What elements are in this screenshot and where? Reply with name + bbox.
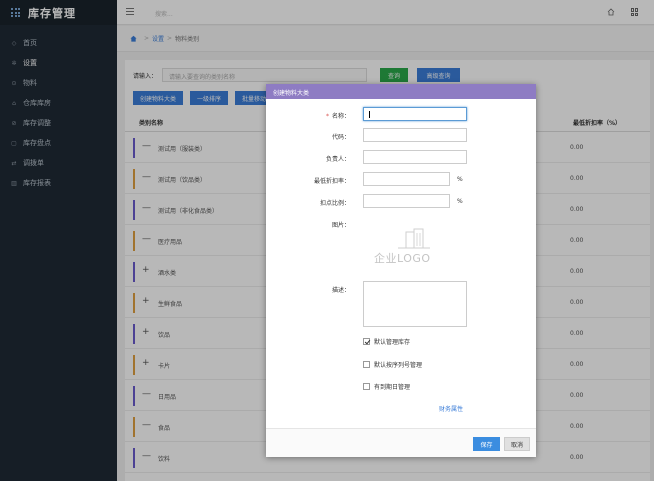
required-mark: *: [325, 113, 329, 120]
create-category-dialog: 创建物料大类 * 名称： 代码： 负责人： 最低折扣率： % 扣点比例： % 图片…: [266, 84, 536, 457]
description-label: 描述：: [331, 287, 350, 294]
checkbox-label: 默认管理库存: [374, 339, 411, 346]
expiry-date-checkbox[interactable]: 有到期日管理: [363, 382, 410, 391]
logo-text: 企业LOGO: [374, 252, 431, 265]
save-button[interactable]: 保存: [473, 437, 500, 451]
logo-placeholder[interactable]: 企业LOGO: [374, 228, 458, 266]
name-label: * 名称：: [266, 111, 350, 120]
finance-properties-link[interactable]: 财务属性: [439, 404, 463, 413]
checkbox-unchecked[interactable]: [363, 383, 370, 390]
min-discount-label: 最低折扣率：: [313, 178, 350, 185]
text-caret: [369, 111, 370, 118]
min-discount-field[interactable]: [363, 172, 450, 186]
image-label: 图片：: [331, 222, 350, 229]
code-label: 代码：: [331, 134, 350, 141]
description-textarea[interactable]: [363, 281, 467, 327]
manage-stock-checkbox[interactable]: 默认管理库存: [363, 337, 410, 346]
deduct-ratio-label: 扣点比例：: [319, 200, 350, 207]
name-label-text: 名称：: [331, 113, 350, 120]
dialog-title: 创建物料大类: [266, 84, 536, 99]
checkbox-label: 有到期日管理: [374, 384, 411, 391]
owner-field[interactable]: [363, 150, 467, 164]
owner-label: 负责人：: [325, 156, 350, 163]
checkbox-label: 默认按序列号管理: [374, 362, 423, 369]
building-icon: [398, 228, 430, 249]
min-discount-percent: %: [457, 176, 463, 183]
dialog-footer: 保存 取消: [266, 428, 536, 457]
name-field[interactable]: [363, 107, 467, 121]
code-field[interactable]: [363, 128, 467, 142]
deduct-ratio-field[interactable]: [363, 194, 450, 208]
serial-number-checkbox[interactable]: 默认按序列号管理: [363, 360, 422, 369]
cancel-button[interactable]: 取消: [504, 437, 530, 451]
checkbox-unchecked[interactable]: [363, 361, 370, 368]
checkbox-checked[interactable]: [363, 338, 370, 345]
deduct-ratio-percent: %: [457, 198, 463, 205]
